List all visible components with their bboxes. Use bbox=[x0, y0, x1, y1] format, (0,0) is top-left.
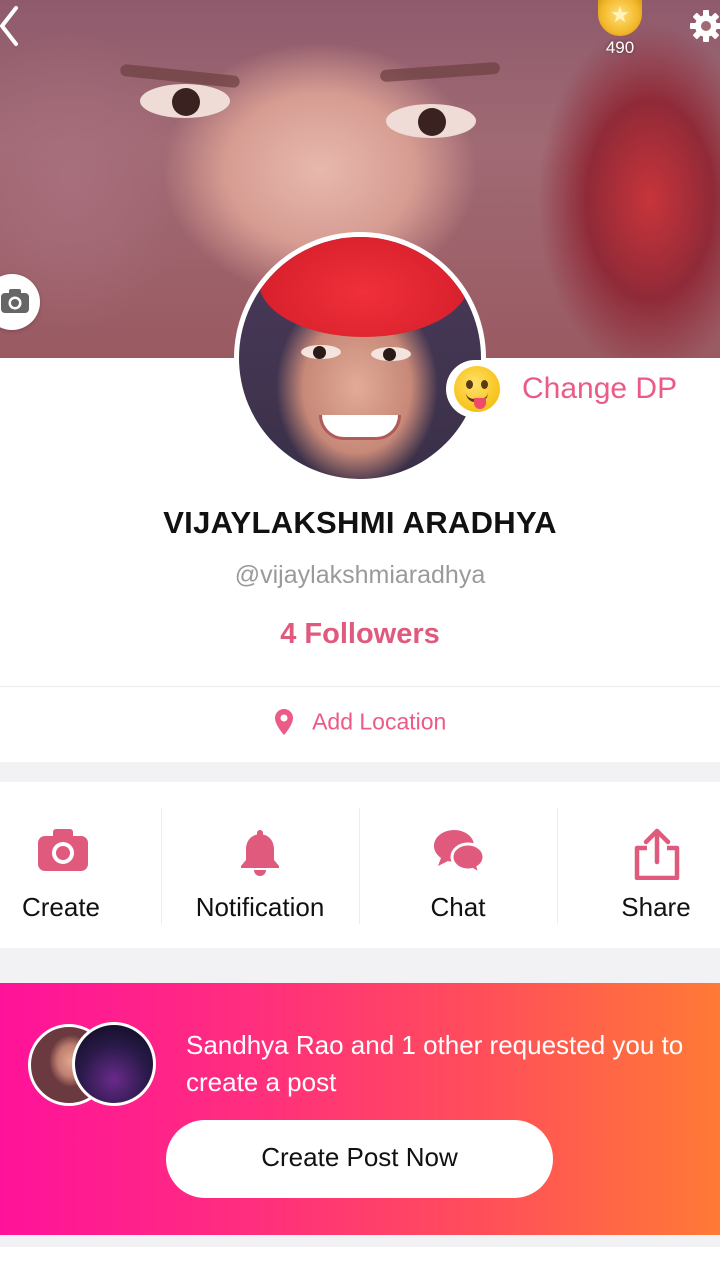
divider bbox=[161, 808, 162, 924]
chat-label: Chat bbox=[430, 892, 486, 922]
share-icon bbox=[634, 828, 680, 880]
add-location-button[interactable]: Add Location bbox=[0, 708, 720, 748]
divider bbox=[557, 808, 558, 924]
divider bbox=[359, 808, 360, 924]
divider bbox=[0, 686, 720, 687]
next-section-card bbox=[0, 1247, 720, 1280]
back-chevron-icon[interactable] bbox=[0, 2, 30, 50]
avatar[interactable] bbox=[234, 232, 486, 484]
create-button[interactable]: Create bbox=[0, 782, 122, 948]
tongue-emoji-icon bbox=[454, 366, 500, 412]
followers-count[interactable]: 4 Followers bbox=[0, 618, 720, 651]
camera-icon bbox=[38, 829, 88, 871]
gear-icon[interactable] bbox=[688, 8, 720, 44]
request-text: Sandhya Rao and 1 other requested you to… bbox=[186, 1030, 684, 1097]
coin-balance[interactable]: ★ 490 bbox=[596, 0, 644, 62]
share-button[interactable]: Share bbox=[596, 782, 716, 948]
change-dp-button[interactable]: Change DP bbox=[446, 360, 720, 418]
avatar-photo-detail bbox=[319, 415, 401, 440]
avatar-photo-detail bbox=[259, 237, 469, 337]
camera-icon bbox=[1, 289, 29, 313]
coin-count: 490 bbox=[605, 38, 635, 57]
avatar-photo-detail bbox=[301, 345, 341, 359]
profile-handle: @vijaylakshmiaradhya bbox=[234, 561, 486, 589]
requester-avatar bbox=[72, 1022, 156, 1106]
chat-bubbles-icon bbox=[434, 830, 486, 878]
location-pin-icon bbox=[274, 709, 293, 735]
coin-icon: ★ bbox=[598, 0, 642, 36]
cover-photo-detail bbox=[379, 61, 501, 83]
avatar-photo bbox=[239, 237, 481, 479]
create-post-now-button[interactable]: Create Post Now bbox=[166, 1120, 553, 1198]
notification-button[interactable]: Notification bbox=[170, 782, 350, 948]
create-label: Create bbox=[21, 892, 101, 922]
post-request-banner: Sandhya Rao and 1 other requested you to… bbox=[0, 983, 720, 1235]
create-post-now-label: Create Post Now bbox=[261, 1142, 458, 1172]
change-dp-label: Change DP bbox=[522, 372, 678, 405]
bell-icon bbox=[241, 830, 279, 876]
add-location-label: Add Location bbox=[312, 708, 447, 735]
share-label: Share bbox=[621, 892, 691, 922]
avatar-photo-detail bbox=[371, 347, 411, 361]
cover-photo-detail bbox=[386, 104, 476, 138]
profile-name: VIJAYLAKSHMI ARADHYA bbox=[163, 505, 557, 540]
notification-label: Notification bbox=[195, 892, 325, 922]
action-bar: Create Notification Chat Share bbox=[0, 782, 720, 948]
chat-button[interactable]: Chat bbox=[378, 782, 538, 948]
cover-photo-detail bbox=[140, 84, 230, 118]
